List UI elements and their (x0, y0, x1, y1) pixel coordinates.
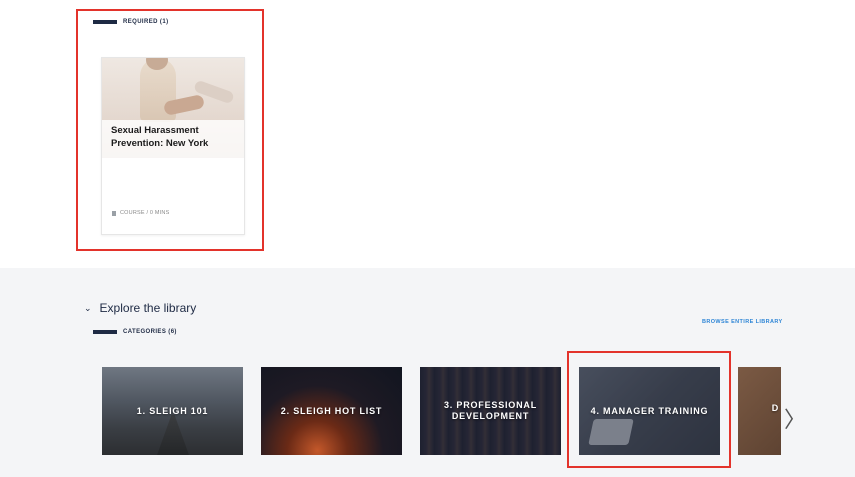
chevron-down-icon: ⌄ (84, 302, 92, 313)
category-label: 1. SLEIGH 101 (136, 405, 209, 416)
course-title: Sexual Harassment Prevention: New York (102, 120, 244, 158)
course-meta: COURSE / 0 MINS (112, 210, 169, 216)
category-label: 4. MANAGER TRAINING (590, 405, 709, 416)
document-icon (112, 210, 116, 216)
category-card-sleigh-hot-list[interactable]: 2. SLEIGH HOT LIST (261, 367, 402, 455)
category-card-manager-training[interactable]: 4. MANAGER TRAINING (579, 367, 720, 455)
chevron-right-icon[interactable]: 〉 (784, 402, 806, 434)
explore-heading: Explore the library (99, 301, 197, 315)
course-card[interactable]: Sexual Harassment Prevention: New York C… (101, 57, 245, 235)
laptop-shape (588, 419, 634, 445)
categories-label: CATEGORIES (6) (123, 329, 177, 335)
category-card-professional-development[interactable]: 3. PROFESSIONAL DEVELOPMENT (420, 367, 561, 455)
browse-library-link[interactable]: BROWSE ENTIRE LIBRARY (702, 319, 783, 325)
category-label: D (771, 403, 779, 413)
course-image: Sexual Harassment Prevention: New York (102, 58, 244, 158)
required-label: REQUIRED (1) (123, 19, 169, 25)
category-card-partial[interactable]: D (738, 367, 781, 455)
tag-bar (93, 330, 117, 334)
required-tag: REQUIRED (1) (93, 19, 168, 25)
category-label: 2. SLEIGH HOT LIST (280, 405, 383, 416)
category-label: 3. PROFESSIONAL DEVELOPMENT (443, 400, 537, 421)
category-card-sleigh-101[interactable]: 1. SLEIGH 101 (102, 367, 243, 455)
course-meta-text: COURSE / 0 MINS (120, 210, 170, 216)
categories-tag: CATEGORIES (6) (93, 329, 177, 335)
tag-bar (93, 20, 117, 24)
explore-library-toggle[interactable]: ⌄ Explore the library (84, 301, 196, 315)
